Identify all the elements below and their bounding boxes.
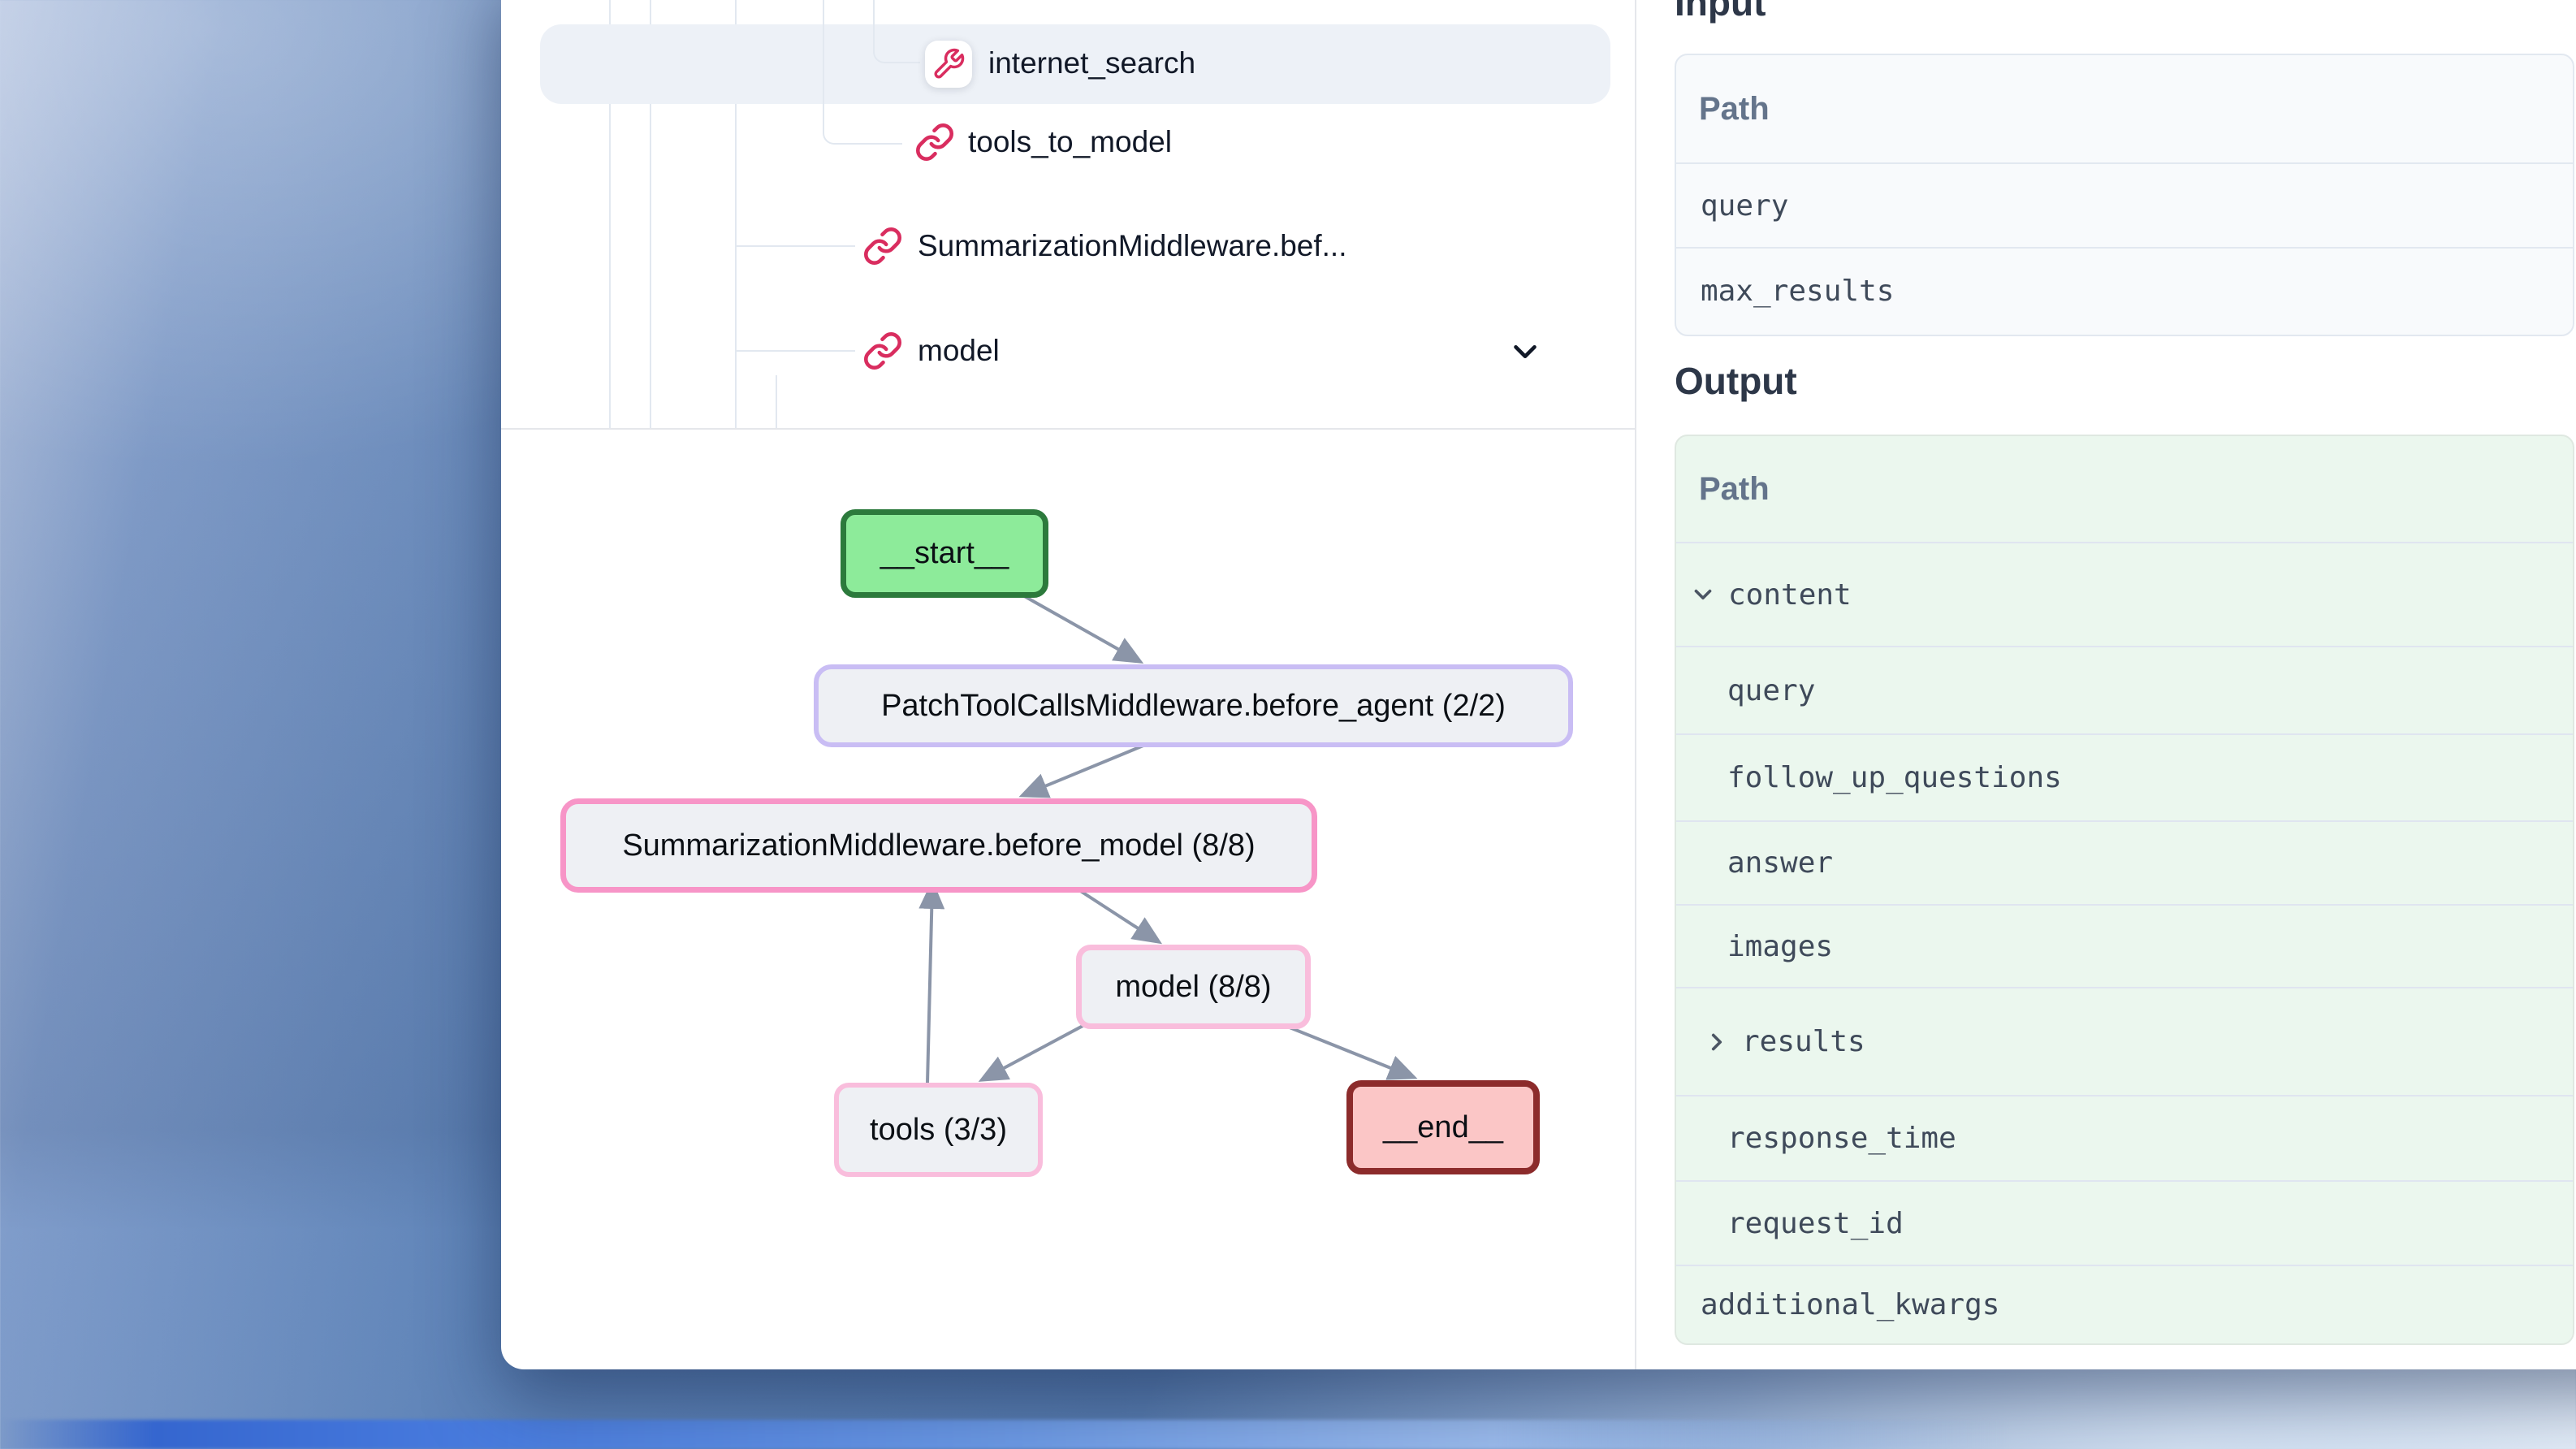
graph-node-model[interactable]: model (8/8) <box>1076 945 1311 1029</box>
graph-node-tools[interactable]: tools (3/3) <box>834 1083 1043 1177</box>
graph-node-label: tools (3/3) <box>870 1113 1007 1148</box>
path-label: query <box>1701 189 1788 223</box>
column-header-label: Path <box>1699 91 1770 128</box>
path-label: images <box>1727 930 1833 963</box>
output-row-additional-kwargs: additional_kwargs <box>1676 1266 2573 1343</box>
chevron-down-icon[interactable] <box>1506 333 1544 374</box>
tree-branch-connector <box>735 350 855 352</box>
graph-node-start[interactable]: __start__ <box>841 509 1048 598</box>
input-row-query: query <box>1676 164 2573 249</box>
graph-node-label: model (8/8) <box>1115 970 1271 1005</box>
path-label: response_time <box>1727 1122 1956 1155</box>
tree-row-tools-to-model[interactable]: tools_to_model <box>968 125 1172 159</box>
tree-branch-connector <box>776 375 777 428</box>
output-row-response-time: response_time <box>1676 1096 2573 1182</box>
graph-node-label: PatchToolCallsMiddleware.before_agent (2… <box>881 689 1506 724</box>
tree-row-summarization-middleware[interactable]: SummarizationMiddleware.bef... <box>918 229 1347 263</box>
path-label: answer <box>1727 846 1833 880</box>
output-row-results[interactable]: results <box>1676 988 2573 1096</box>
window-canvas: internet_search tools_to_model Summariza… <box>501 0 2576 1369</box>
tree-branch-connector <box>735 245 855 247</box>
wrench-icon <box>931 47 966 81</box>
path-label: request_id <box>1727 1207 1904 1240</box>
path-label: content <box>1728 578 1852 612</box>
path-column-header: Path <box>1676 436 2573 543</box>
output-row-answer: answer <box>1676 822 2573 906</box>
wallpaper-light-streak <box>0 1420 2576 1449</box>
link-icon <box>862 226 903 266</box>
panel-divider <box>1635 0 1636 1369</box>
tool-icon-tile[interactable] <box>925 41 972 88</box>
output-row-content[interactable]: content <box>1676 543 2573 647</box>
input-path-table: Path query max_results <box>1675 54 2574 336</box>
column-header-label: Path <box>1699 471 1770 508</box>
link-icon <box>914 122 955 162</box>
output-section-title: Output <box>1675 359 1797 403</box>
path-label: query <box>1727 674 1815 707</box>
graph-node-patch-tool-calls-middleware[interactable]: PatchToolCallsMiddleware.before_agent (2… <box>814 664 1573 747</box>
path-column-header: Path <box>1676 55 2573 164</box>
trace-window: internet_search tools_to_model Summariza… <box>501 0 2576 1369</box>
graph-node-label: __end__ <box>1383 1110 1503 1145</box>
path-label: follow_up_questions <box>1727 761 2062 794</box>
path-label: additional_kwargs <box>1701 1288 1999 1321</box>
path-label: results <box>1742 1025 1865 1058</box>
output-row-request-id: request_id <box>1676 1182 2573 1266</box>
input-section-title: Input <box>1675 0 1766 24</box>
output-row-query: query <box>1676 647 2573 735</box>
graph-edges <box>501 430 1635 1369</box>
chevron-right-icon[interactable] <box>1703 1028 1731 1056</box>
output-path-table: Path content query follow_up_questions a… <box>1675 435 2574 1345</box>
tree-row-model[interactable]: model <box>918 334 1000 368</box>
tree-row-internet-search[interactable]: internet_search <box>988 46 1195 80</box>
output-row-follow-up-questions: follow_up_questions <box>1676 735 2573 822</box>
graph-node-summarization-middleware[interactable]: SummarizationMiddleware.before_model (8/… <box>560 798 1317 893</box>
output-row-images: images <box>1676 906 2573 988</box>
input-row-max-results: max_results <box>1676 249 2573 333</box>
chevron-down-icon[interactable] <box>1689 581 1717 608</box>
graph-node-label: __start__ <box>880 536 1009 571</box>
link-icon <box>862 331 903 371</box>
tree-branch-connector <box>823 0 902 145</box>
path-label: max_results <box>1701 275 1894 308</box>
graph-node-end[interactable]: __end__ <box>1346 1080 1540 1174</box>
graph-node-label: SummarizationMiddleware.before_model (8/… <box>622 828 1255 863</box>
